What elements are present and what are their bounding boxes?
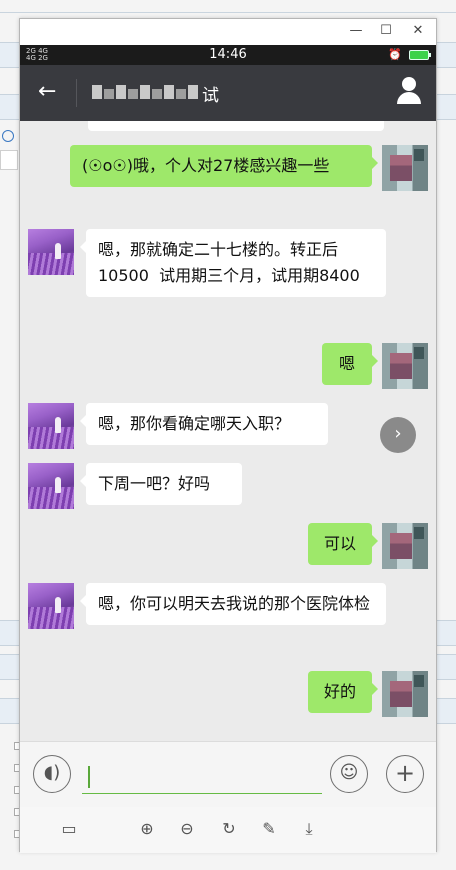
battery-charging-icon [409, 50, 431, 60]
person-icon[interactable] [394, 77, 424, 111]
message-bubble-outgoing[interactable]: (☉o☉)哦，个人对27楼感兴趣一些 [70, 145, 378, 187]
contact-avatar[interactable] [28, 229, 74, 275]
contact-avatar[interactable] [28, 583, 74, 629]
message-bubble-incoming[interactable]: 下周一吧？好吗 [80, 463, 242, 505]
scroll-next-arrow-icon[interactable]: › [380, 417, 416, 453]
message-bubble-outgoing[interactable]: 可以 [308, 523, 378, 565]
self-avatar[interactable] [382, 145, 428, 191]
previous-message-bubble [88, 121, 384, 131]
zoom-in-icon[interactable]: ⊕ [136, 819, 158, 838]
contact-name-suffix: 试 [202, 86, 219, 106]
alarm-icon: ⏰ [388, 48, 402, 61]
message-input-bar: ◖) ☺ + [20, 741, 436, 807]
chat-message-list[interactable]: (☉o☉)哦，个人对27楼感兴趣一些 嗯，那就确定二十七楼的。转正后10500 … [20, 121, 436, 741]
self-avatar[interactable] [382, 523, 428, 569]
message-input[interactable] [82, 760, 322, 794]
plus-icon[interactable]: + [386, 755, 424, 793]
chat-header: ← 试 [20, 65, 436, 129]
rotate-icon[interactable]: ↻ [218, 819, 240, 838]
screen-icon[interactable]: ▭ [58, 819, 80, 838]
text-caret [88, 766, 90, 788]
contact-avatar[interactable] [28, 463, 74, 509]
self-avatar[interactable] [382, 343, 428, 389]
minimize-button[interactable]: — [346, 23, 366, 38]
message-bubble-incoming[interactable]: 嗯，那就确定二十七楼的。转正后10500 试用期三个月，试用期8400 [80, 229, 386, 297]
window-titlebar: — ☐ ✕ [20, 19, 436, 45]
emulator-toolbar: ▭ ⊕ ⊖ ↻ ✎ ⤓ [20, 807, 436, 853]
message-bubble-incoming[interactable]: 嗯，你可以明天去我说的那个医院体检 [80, 583, 386, 625]
maximize-button[interactable]: ☐ [376, 23, 396, 38]
header-divider [76, 79, 77, 107]
voice-icon[interactable]: ◖) [33, 755, 71, 793]
contact-avatar[interactable] [28, 403, 74, 449]
bg-field [0, 150, 18, 170]
emoji-icon[interactable]: ☺ [330, 755, 368, 793]
close-button[interactable]: ✕ [408, 23, 428, 38]
message-bubble-outgoing[interactable]: 好的 [308, 671, 378, 713]
message-bubble-outgoing[interactable]: 嗯 [322, 343, 378, 385]
self-avatar[interactable] [382, 671, 428, 717]
zoom-out-icon[interactable]: ⊖ [176, 819, 198, 838]
edit-icon[interactable]: ✎ [258, 819, 280, 838]
emulator-window: — ☐ ✕ 2G 4G 4G 2G 14:46 ⏰ ← 试 (☉o☉)哦，个人对… [19, 18, 437, 853]
download-icon[interactable]: ⤓ [298, 819, 320, 839]
bg-clock-icon [2, 130, 14, 142]
back-arrow-icon[interactable]: ← [38, 79, 56, 104]
message-bubble-incoming[interactable]: 嗯，那你看确定哪天入职？ [80, 403, 328, 445]
contact-name-pixelated [92, 85, 198, 99]
bg-line [0, 12, 456, 13]
phone-status-bar: 2G 4G 4G 2G 14:46 ⏰ [20, 45, 436, 65]
status-time: 14:46 [209, 47, 247, 62]
